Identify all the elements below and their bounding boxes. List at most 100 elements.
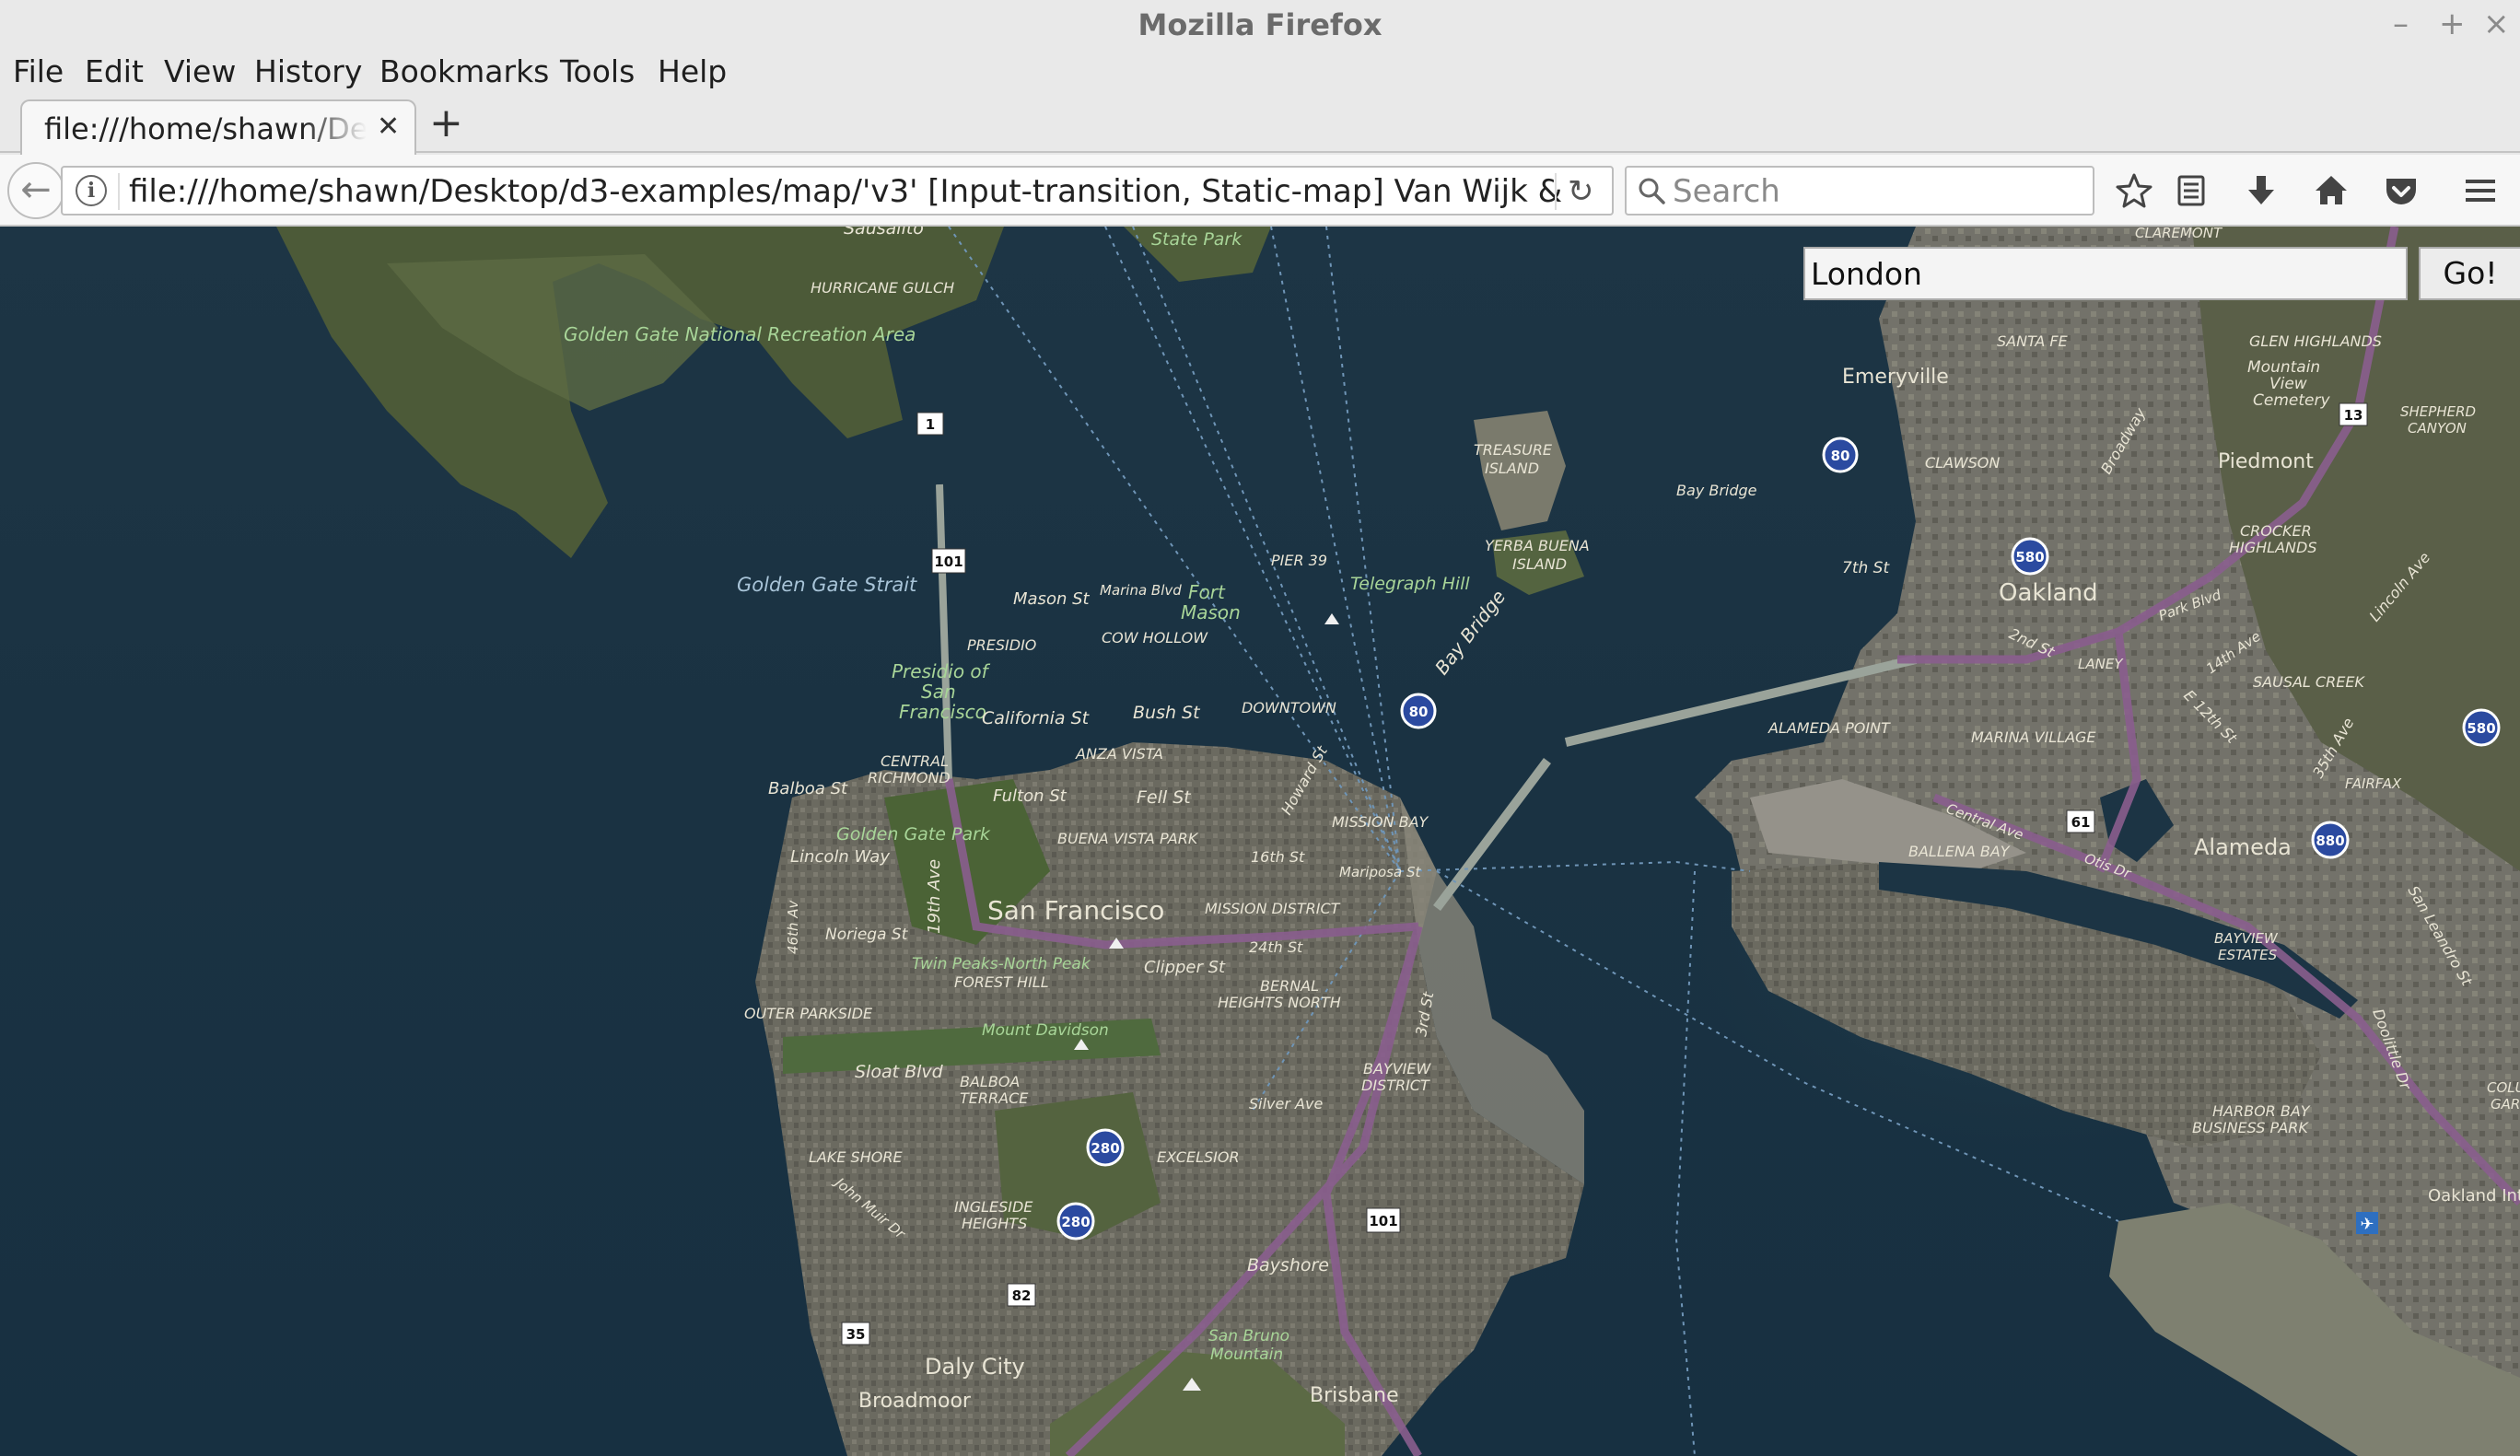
label-bay-bridge-west: Bay Bridge: [1430, 586, 1510, 679]
download-icon[interactable]: [2238, 168, 2284, 214]
shield-sr61: 61: [2066, 810, 2095, 833]
label-claremont: CLAREMONT: [2135, 227, 2223, 241]
airport-icon: ✈: [2356, 1212, 2378, 1234]
page-content: Sausalito State Park HURRICANE GULCH Gol…: [0, 227, 2520, 1456]
label-yerba-1: YERBA BUENA: [1485, 537, 1590, 554]
label-presidio-sf-2: San: [921, 681, 956, 703]
label-clawson: CLAWSON: [1925, 454, 2000, 472]
label-twin-peaks: Twin Peaks-North Peak: [912, 955, 1091, 973]
shield-i280-b: 280: [1056, 1202, 1095, 1241]
label-crocker-1: CROCKER: [2240, 522, 2312, 540]
label-mountain-view-2: View: [2269, 375, 2307, 393]
tab-active[interactable]: file:///home/shawn/Desktop/d3-examples/m…: [20, 99, 416, 155]
window-titlebar: Mozilla Firefox – + ×: [0, 0, 2520, 50]
shield-i80-sf: 80: [1400, 693, 1437, 729]
label-fort-mason-1: Fort: [1188, 581, 1226, 603]
new-tab-button[interactable]: +: [429, 98, 463, 149]
map-canvas[interactable]: Sausalito State Park HURRICANE GULCH Gol…: [0, 227, 2520, 1456]
minimize-button[interactable]: –: [2393, 6, 2409, 42]
label-presidio-sf-1: Presidio of: [892, 660, 991, 682]
label-7th-st: 7th St: [1842, 559, 1890, 577]
close-window-button[interactable]: ×: [2483, 6, 2510, 42]
url-text[interactable]: file:///home/shawn/Desktop/d3-examples/m…: [129, 171, 1566, 212]
label-bernal-1: BERNAL: [1260, 977, 1319, 995]
svg-text:580: 580: [2467, 720, 2495, 737]
label-noriega-st: Noriega St: [825, 926, 909, 944]
url-bar[interactable]: i file:///home/shawn/Desktop/d3-examples…: [61, 166, 1614, 215]
label-19th-ave: 19th Ave: [925, 859, 944, 934]
label-emeryville: Emeryville: [1842, 366, 1949, 389]
label-balboa-terrace-1: BALBOA: [960, 1073, 1020, 1090]
menu-file[interactable]: File: [13, 53, 64, 90]
label-excelsior: EXCELSIOR: [1157, 1148, 1240, 1166]
search-icon: [1639, 178, 1665, 204]
info-icon[interactable]: i: [76, 175, 107, 206]
label-pier39: PIER 39: [1271, 552, 1327, 569]
pocket-icon[interactable]: [2378, 168, 2424, 214]
menu-view[interactable]: View: [164, 53, 236, 90]
label-california-st: California St: [982, 708, 1091, 728]
go-button[interactable]: Go!: [2419, 247, 2520, 300]
shield-i80-east: 80: [1822, 437, 1859, 473]
label-lincoln-way: Lincoln Way: [790, 847, 890, 867]
label-hurricane-gulch: HURRICANE GULCH: [811, 279, 954, 297]
menu-icon[interactable]: [2457, 168, 2503, 214]
shield-us101-south: 101: [1366, 1207, 1401, 1233]
menu-help[interactable]: Help: [658, 53, 727, 90]
shield-sr13: 13: [2339, 402, 2368, 426]
search-input[interactable]: [1673, 171, 2078, 212]
label-mount-davidson: Mount Davidson: [982, 1021, 1109, 1040]
search-bar[interactable]: [1625, 166, 2094, 215]
label-mountain-view-3: Cemetery: [2253, 391, 2330, 410]
label-oakland: Oakland: [1999, 579, 2098, 607]
label-bush-st: Bush St: [1133, 703, 1201, 723]
star-icon[interactable]: [2111, 168, 2157, 214]
label-24th-st: 24th St: [1249, 938, 1303, 956]
shield-us1: 1: [916, 412, 944, 436]
label-marina-village: MARINA VILLAGE: [1971, 728, 2096, 746]
label-mason-st: Mason St: [1013, 589, 1091, 609]
label-ggnra: Golden Gate National Recreation Area: [564, 323, 916, 345]
tab-close-button[interactable]: ✕: [377, 109, 400, 146]
label-sloat-blvd: Sloat Blvd: [855, 1062, 944, 1082]
shield-us101-north: 101: [931, 548, 966, 574]
label-bayview-2: DISTRICT: [1361, 1077, 1430, 1094]
maximize-button[interactable]: +: [2439, 6, 2466, 42]
label-golden-gate-strait: Golden Gate Strait: [737, 574, 917, 596]
label-bernal-2: HEIGHTS NORTH: [1218, 994, 1341, 1011]
label-balboa-st: Balboa St: [768, 779, 848, 798]
label-daly-city: Daly City: [925, 1354, 1025, 1380]
label-bayview-estates-2: ESTATES: [2218, 947, 2278, 963]
golden-gate-bridge: [936, 483, 952, 780]
svg-text:35: 35: [846, 1326, 866, 1343]
back-button[interactable]: ←: [7, 162, 64, 219]
svg-text:280: 280: [1091, 1140, 1119, 1157]
label-columbia-2: GARDEN: [2491, 1096, 2520, 1112]
label-state-park: State Park: [1151, 229, 1242, 250]
label-silver-ave: Silver Ave: [1249, 1095, 1323, 1112]
reload-button[interactable]: ↻: [1568, 171, 1594, 212]
label-bay-bridge-east: Bay Bridge: [1676, 482, 1757, 499]
home-icon[interactable]: [2308, 168, 2354, 214]
shield-i280-a: 280: [1086, 1128, 1125, 1167]
label-harbor-bay-1: HARBOR BAY: [2212, 1102, 2311, 1120]
reading-list-icon[interactable]: [2168, 168, 2214, 214]
label-glen-highlands: GLEN HIGHLANDS: [2249, 332, 2382, 350]
menu-bookmarks[interactable]: Bookmarks: [379, 53, 549, 90]
bay-bridge-west: [1433, 758, 1551, 911]
menu-tools[interactable]: Tools: [560, 53, 635, 90]
label-ingleside-2: HEIGHTS: [962, 1215, 1027, 1232]
label-treasure-2: ISLAND: [1485, 460, 1539, 477]
label-forest-hill: FOREST HILL: [954, 973, 1049, 991]
menu-history[interactable]: History: [254, 53, 362, 90]
svg-text:1: 1: [926, 416, 935, 433]
window-title: Mozilla Firefox: [1138, 7, 1382, 42]
menu-edit[interactable]: Edit: [85, 53, 144, 90]
svg-text:880: 880: [2316, 833, 2344, 849]
label-shepherd-2: CANYON: [2408, 420, 2467, 437]
label-alameda-point: ALAMEDA POINT: [1768, 719, 1891, 737]
label-fairfax: FAIRFAX: [2345, 775, 2402, 792]
label-mountain-view-1: Mountain: [2247, 358, 2320, 377]
location-input[interactable]: [1803, 247, 2408, 300]
label-san-francisco: San Francisco: [987, 895, 1164, 926]
